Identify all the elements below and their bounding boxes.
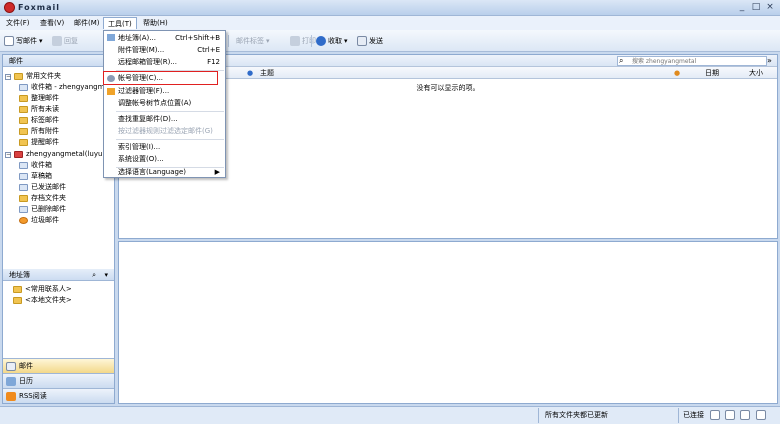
filter-icon xyxy=(107,88,115,95)
trash-icon xyxy=(19,206,28,213)
foxmail-logo-icon xyxy=(4,2,15,13)
mail-icon xyxy=(6,362,16,371)
sidebar: 邮件 − 常用文件夹 收件箱 - zhengyangmetal 整理邮件 所有未… xyxy=(2,54,118,404)
folder-icon xyxy=(13,297,22,304)
receive-icon xyxy=(316,36,326,46)
tools-menu: 地址簿(A)... Ctrl+Shift+B 附件管理(M)... Ctrl+E 远… xyxy=(103,30,226,178)
menu-file[interactable]: 文件(F) xyxy=(2,17,34,29)
receive-button[interactable]: 收取 ▾ xyxy=(316,34,348,48)
send-button[interactable]: 发送 xyxy=(357,34,383,48)
folder-icon xyxy=(19,117,28,124)
folder-item[interactable]: 所有附件 xyxy=(19,126,59,137)
sidebar-header: 邮件 xyxy=(3,55,114,67)
folder-icon xyxy=(13,286,22,293)
inbox-icon xyxy=(19,84,28,91)
folder-icon xyxy=(14,73,23,80)
menu-item-remote-mailbox[interactable]: 远程邮箱管理(R)... F12 xyxy=(118,57,224,68)
compose-button[interactable]: 写邮件 ▾ xyxy=(4,34,43,48)
folder-item[interactable]: 标签邮件 xyxy=(19,115,59,126)
sent-icon xyxy=(19,184,28,191)
window-title: Foxmail xyxy=(18,3,61,12)
collapse-icon[interactable]: ▾ xyxy=(104,269,108,281)
reply-button[interactable]: 回复 xyxy=(52,34,78,48)
mail-tag-button[interactable]: 邮件标签 ▾ xyxy=(236,34,270,48)
unread-column-icon[interactable]: ● xyxy=(247,68,253,79)
calendar-icon xyxy=(6,377,16,386)
status-text: 所有文件夹都已更新 xyxy=(538,408,674,423)
address-group[interactable]: <常用联系人> xyxy=(13,284,72,295)
menu-item-filters[interactable]: 过滤器管理(F)... xyxy=(118,86,224,97)
collapse-icon[interactable]: − xyxy=(5,151,11,158)
layout-2-icon[interactable] xyxy=(725,410,735,420)
folder-icon xyxy=(19,139,28,146)
folder-icon xyxy=(19,95,28,102)
menu-mail[interactable]: 邮件(M) xyxy=(70,17,104,29)
menu-tools[interactable]: 工具(T) xyxy=(103,17,137,29)
print-button[interactable]: 打印 xyxy=(290,34,316,48)
junk-icon xyxy=(19,217,28,224)
layout-4-icon[interactable] xyxy=(756,410,766,420)
connection-status: 已连接 xyxy=(678,408,704,423)
drafts-icon xyxy=(19,173,28,180)
printer-icon xyxy=(290,36,300,46)
column-size[interactable]: 大小 xyxy=(749,68,763,79)
menu-view[interactable]: 查看(V) xyxy=(36,17,68,29)
send-icon xyxy=(357,36,367,46)
minimize-button[interactable]: _ xyxy=(736,2,748,13)
address-group[interactable]: <本地文件夹> xyxy=(13,295,72,306)
account-node[interactable]: − zhengyangmetal(luyu) xyxy=(5,149,105,160)
menu-item-filter-selected[interactable]: 按过滤器规则过滤选定邮件(G) xyxy=(118,126,224,137)
nav-calendar[interactable]: 日历 xyxy=(3,373,114,388)
close-button[interactable]: × xyxy=(764,2,776,13)
layout-1-icon[interactable] xyxy=(710,410,720,420)
menu-item-find-duplicates[interactable]: 查找重复邮件(D)... xyxy=(118,114,224,125)
menu-item-addressbook[interactable]: 地址簿(A)... Ctrl+Shift+B xyxy=(118,33,224,44)
menu-help[interactable]: 帮助(H) xyxy=(139,17,172,29)
folder-icon xyxy=(19,128,28,135)
folder-item[interactable]: 草稿箱 xyxy=(19,171,52,182)
menu-item-settings[interactable]: 系统设置(O)... xyxy=(118,154,224,165)
rss-icon xyxy=(6,392,16,401)
expand-icon[interactable]: » xyxy=(767,56,772,65)
maximize-button[interactable]: □ xyxy=(750,2,762,13)
nav-rss[interactable]: RSS阅读 xyxy=(3,388,114,403)
nav-mail[interactable]: 邮件 xyxy=(3,358,114,373)
inbox-icon xyxy=(19,162,28,169)
folder-icon xyxy=(19,106,28,113)
menu-item-account-tree[interactable]: 调整帐号树节点位置(A) xyxy=(118,98,224,109)
folder-item[interactable]: 提醒邮件 xyxy=(19,137,59,148)
menu-item-language[interactable]: 选择语言(Language) ▶ xyxy=(118,167,224,178)
addressbook-header: 地址簿 ⌕ ▾ xyxy=(3,269,114,281)
layout-3-icon[interactable] xyxy=(740,410,750,420)
highlight-box xyxy=(103,71,218,85)
flag-column-icon[interactable]: ● xyxy=(674,68,680,79)
title-bar: Foxmail _ □ × xyxy=(0,0,780,16)
menu-item-attachments[interactable]: 附件管理(M)... Ctrl+E xyxy=(118,45,224,56)
folder-item[interactable]: 已删除邮件 xyxy=(19,204,66,215)
menu-bar: 文件(F) 查看(V) 邮件(M) 工具(T) 帮助(H) xyxy=(0,16,780,30)
reply-icon xyxy=(52,36,62,46)
compose-icon xyxy=(4,36,14,46)
column-subject[interactable]: 主题 xyxy=(260,68,274,79)
submenu-arrow-icon: ▶ xyxy=(214,168,220,176)
status-bar: 所有文件夹都已更新 已连接 xyxy=(0,406,780,424)
search-icon: ⌕ xyxy=(619,56,624,65)
menu-item-index[interactable]: 索引管理(I)... xyxy=(118,142,224,153)
folder-item[interactable]: 整理邮件 xyxy=(19,93,59,104)
folder-item[interactable]: 垃圾邮件 xyxy=(19,215,59,226)
preview-pane xyxy=(118,241,778,404)
collapse-icon[interactable]: − xyxy=(5,73,11,80)
account-icon xyxy=(14,151,23,158)
folder-item[interactable]: 存档文件夹 xyxy=(19,193,66,204)
folder-item[interactable]: 已发送邮件 xyxy=(19,182,66,193)
folder-item[interactable]: 收件箱 xyxy=(19,160,52,171)
folder-item[interactable]: 所有未读 xyxy=(19,104,59,115)
search-input[interactable] xyxy=(617,56,767,66)
addressbook-icon xyxy=(107,34,115,41)
column-date[interactable]: 日期 xyxy=(705,68,719,79)
search-icon[interactable]: ⌕ xyxy=(92,269,96,281)
folder-group-common[interactable]: − 常用文件夹 xyxy=(5,71,61,82)
folder-icon xyxy=(19,195,28,202)
